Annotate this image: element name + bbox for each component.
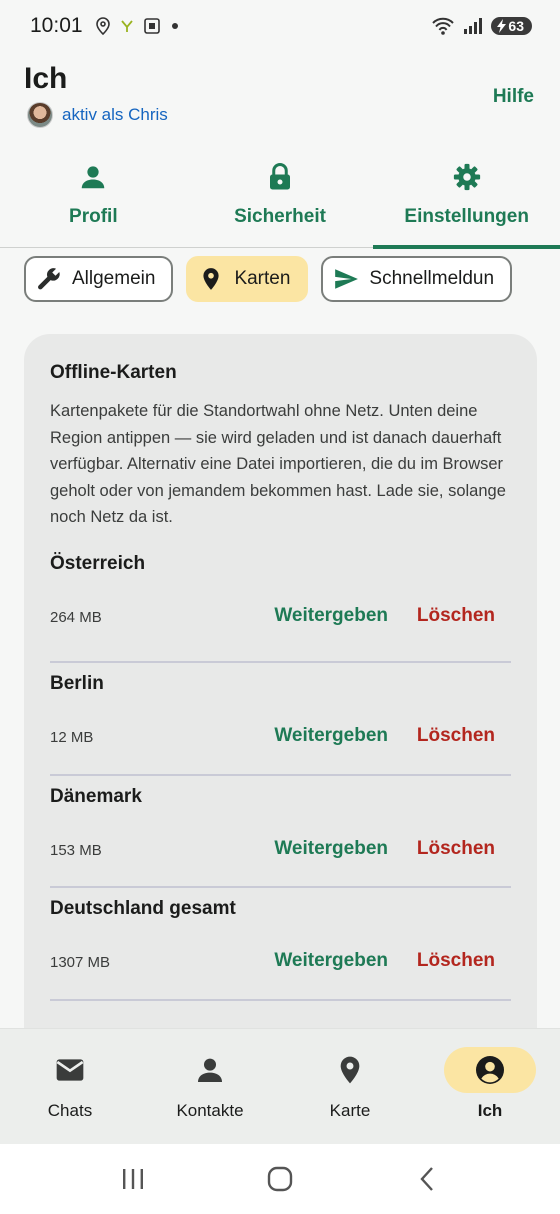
nav-map[interactable]: Karte [280, 1029, 420, 1144]
page-title: Ich [24, 62, 68, 95]
tab-label: Einstellungen [404, 206, 529, 227]
person-icon [82, 166, 105, 189]
card-title: Offline-Karten [50, 362, 177, 383]
location-status-icon [95, 17, 110, 35]
map-name: Dänemark [50, 785, 142, 807]
app-status-icon [120, 20, 133, 32]
tab-label: Sicherheit [234, 206, 326, 227]
nav-label: Chats [47, 1101, 93, 1120]
gear-icon [453, 163, 480, 191]
wrench-icon [38, 268, 60, 290]
map-size: 264 MB [50, 608, 102, 626]
map-item: Österreich 264 MB Weitergeben Löschen [50, 551, 511, 663]
nav-label: Kontakte [176, 1101, 244, 1120]
nav-label: Karte [329, 1101, 371, 1120]
map-item: Berlin 12 MB Weitergeben Löschen [50, 663, 511, 776]
delete-button[interactable]: Löschen [417, 950, 495, 972]
status-notification-icons [95, 17, 179, 35]
recent-apps-icon [123, 1169, 144, 1189]
card-description: Kartenpakete für die Standortwahl ohne N… [50, 402, 506, 526]
pin-icon [340, 1056, 360, 1084]
nav-label: Ich [477, 1101, 503, 1120]
back-button[interactable] [407, 1159, 447, 1199]
map-size: 12 MB [50, 729, 94, 746]
map-name: Berlin [50, 673, 104, 694]
tab-profile[interactable]: Profil [0, 152, 187, 247]
share-button[interactable]: Weitergeben [274, 950, 388, 972]
battery-level: 63 [508, 18, 524, 34]
share-button[interactable]: Weitergeben [274, 838, 388, 860]
nav-icon-container [444, 1047, 536, 1093]
delete-button[interactable]: Löschen [417, 725, 495, 747]
home-button[interactable] [260, 1159, 300, 1199]
status-system-icons: 63 [431, 16, 532, 36]
home-icon [267, 1166, 293, 1192]
delete-button[interactable]: Löschen [417, 605, 495, 627]
mail-icon [56, 1059, 84, 1081]
map-name: Österreich [50, 552, 146, 574]
tab-security[interactable]: Sicherheit [187, 152, 374, 247]
battery-indicator: 63 [491, 17, 532, 35]
active-as-text: aktiv als Chris [62, 105, 168, 124]
nav-contacts[interactable]: Kontakte [140, 1029, 280, 1144]
settings-category-chips: Allgemein Karten Schnellmeldun [24, 256, 560, 302]
tab-settings[interactable]: Einstellungen [373, 152, 560, 249]
chip-label: Schnellmeldun [369, 268, 495, 289]
avatar [27, 102, 53, 128]
main-tabs: Profil Sicherheit Einstellungen [0, 152, 560, 249]
dot-status-icon [171, 23, 178, 29]
lock-icon [270, 163, 290, 190]
chip-quick-reports[interactable]: Schnellmeldun [321, 256, 513, 302]
back-icon [420, 1167, 433, 1191]
share-button[interactable]: Weitergeben [274, 605, 388, 627]
system-navigation-bar [0, 1144, 560, 1214]
status-time: 10:01 [30, 14, 83, 37]
tab-label: Profil [69, 206, 118, 227]
send-icon [335, 269, 359, 289]
active-user-row[interactable]: aktiv als Chris [27, 102, 168, 128]
page-header: Ich aktiv als Chris Hilfe [24, 58, 534, 138]
signal-icon [464, 18, 483, 34]
charging-icon [497, 19, 507, 33]
map-item: Dänemark 153 MB Weitergeben Löschen [50, 776, 511, 888]
chip-general[interactable]: Allgemein [24, 256, 174, 302]
offline-maps-card: Offline-Karten Kartenpakete für die Stan… [24, 334, 537, 1054]
account-circle-icon [476, 1056, 504, 1084]
chip-label: Allgemein [72, 268, 156, 289]
recent-apps-button[interactable] [113, 1159, 153, 1199]
help-button[interactable]: Hilfe [493, 86, 534, 108]
map-item: Deutschland gesamt 1307 MB Weitergeben L… [50, 888, 511, 1001]
chip-label: Karten [234, 268, 291, 289]
map-size: 1307 MB [50, 954, 111, 971]
person-icon [198, 1058, 222, 1082]
wifi-icon [432, 17, 455, 35]
map-size: 153 MB [50, 841, 102, 859]
status-bar: 10:01 63 [0, 0, 560, 52]
bottom-navigation: Chats Kontakte Karte Ich [0, 1028, 560, 1144]
nav-me[interactable]: Ich [420, 1029, 560, 1144]
nav-icon-container [24, 1047, 116, 1093]
chip-maps[interactable]: Karten [186, 256, 309, 302]
map-name: Deutschland gesamt [50, 898, 236, 919]
nav-icon-container [164, 1047, 256, 1093]
nav-icon-container [304, 1047, 396, 1093]
pin-icon [203, 268, 220, 290]
nav-chats[interactable]: Chats [0, 1029, 140, 1144]
share-button[interactable]: Weitergeben [274, 725, 388, 747]
delete-button[interactable]: Löschen [417, 838, 495, 860]
screenshot-status-icon [143, 18, 160, 34]
